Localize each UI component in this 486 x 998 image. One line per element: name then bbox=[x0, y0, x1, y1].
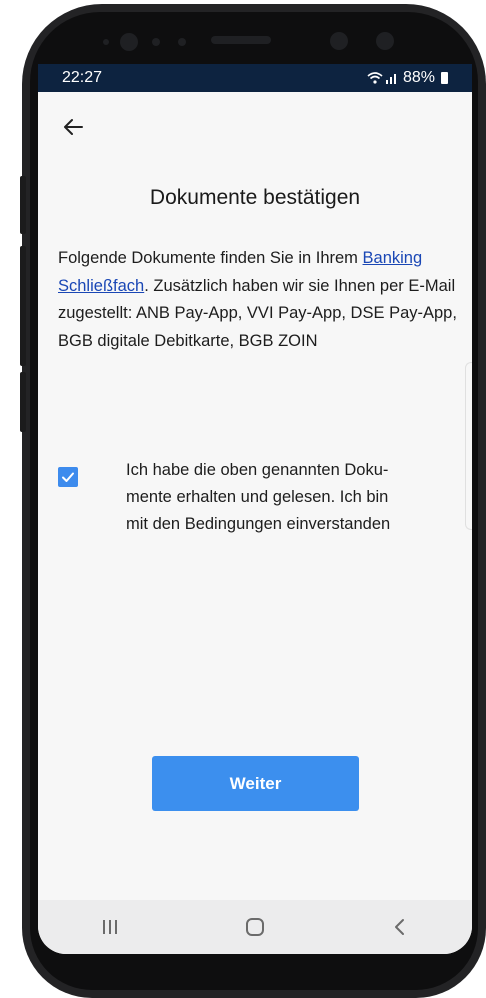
status-time: 22:27 bbox=[62, 69, 103, 86]
sensor-dot bbox=[178, 38, 186, 46]
earpiece-speaker bbox=[211, 36, 271, 44]
power-button bbox=[20, 372, 26, 432]
battery-icon bbox=[441, 72, 448, 84]
checkmark-icon bbox=[62, 472, 74, 482]
status-icons: 88% bbox=[367, 69, 448, 87]
back-button[interactable] bbox=[62, 116, 90, 144]
nav-back-button[interactable] bbox=[370, 907, 430, 947]
status-bar: 22:27 88% bbox=[38, 64, 472, 92]
recent-apps-icon bbox=[103, 920, 118, 934]
home-icon bbox=[245, 918, 264, 936]
document-info-text: Folgende Dokumente finden Sie in Ihrem B… bbox=[58, 245, 458, 355]
sensor-dot bbox=[103, 39, 109, 45]
consent-label: Ich habe die oben genannten Doku- mente … bbox=[126, 457, 456, 538]
signal-icon bbox=[385, 74, 396, 84]
arrow-left-icon bbox=[64, 119, 83, 135]
home-button[interactable] bbox=[225, 907, 285, 947]
recent-apps-button[interactable] bbox=[80, 907, 140, 947]
consent-line: mente erhalten und gelesen. Ich bin bbox=[126, 488, 389, 506]
battery-level: 88% bbox=[402, 69, 435, 86]
proximity-sensor bbox=[330, 32, 348, 50]
consent-line: Ich habe die oben genannten Doku- bbox=[126, 461, 389, 479]
wifi-icon bbox=[367, 72, 383, 84]
system-nav-bar bbox=[38, 900, 472, 954]
front-camera bbox=[120, 33, 138, 51]
bixby-button bbox=[20, 246, 26, 366]
continue-button[interactable]: Weiter bbox=[152, 756, 359, 811]
page-title: Dokumente bestätigen bbox=[149, 186, 361, 209]
consent-checkbox[interactable] bbox=[58, 467, 78, 487]
iris-sensor bbox=[376, 32, 394, 50]
screen: 22:27 88% Dokumente bestätigen Folgende … bbox=[38, 64, 472, 954]
volume-button bbox=[20, 176, 26, 234]
consent-line: mit den Bedingungen einverstanden bbox=[126, 515, 391, 533]
back-chevron-icon bbox=[394, 919, 404, 935]
sensor-dot bbox=[152, 38, 160, 46]
info-text-start: Folgende Dokumente finden Sie in Ihrem bbox=[58, 249, 363, 267]
scroll-edge-indicator bbox=[465, 362, 472, 530]
